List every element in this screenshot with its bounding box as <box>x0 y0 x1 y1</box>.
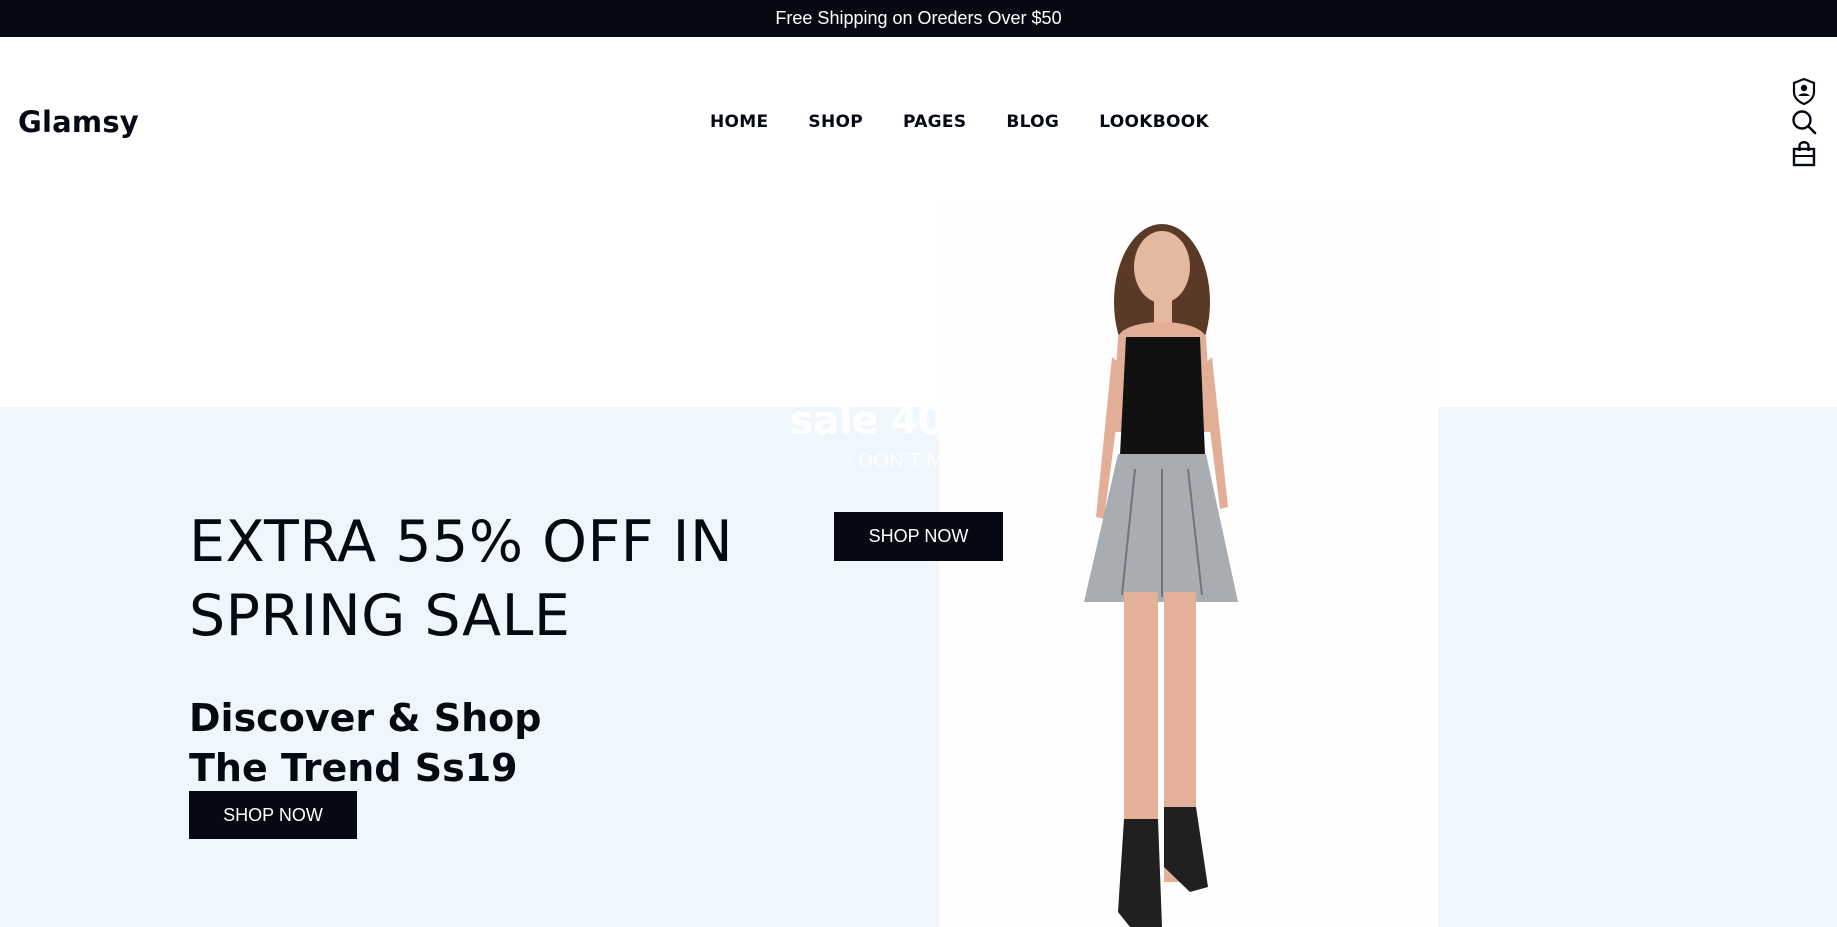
site-header: Glamsy HOME SHOP PAGES BLOG LOOKBOOK <box>0 37 1837 207</box>
nav-item-lookbook[interactable]: LOOKBOOK <box>1099 112 1209 132</box>
nav-item-blog[interactable]: BLOG <box>1006 112 1059 132</box>
shopping-bag-icon[interactable] <box>1790 139 1818 168</box>
hero-ghost-subtitle: - DON'T MISS - <box>845 450 992 472</box>
main-nav: HOME SHOP PAGES BLOG LOOKBOOK <box>710 112 1249 132</box>
hero-headline: EXTRA 55% OFF IN SPRING SALE <box>189 505 733 653</box>
header-icons <box>1790 77 1818 168</box>
search-icon[interactable] <box>1790 108 1818 137</box>
hero-headline-line1: EXTRA 55% OFF IN <box>189 509 734 575</box>
hero-subheadline: Discover & Shop The Trend Ss19 <box>189 693 541 793</box>
hero-background <box>0 407 1837 927</box>
nav-item-home[interactable]: HOME <box>710 112 768 132</box>
hero-headline-line2: SPRING SALE <box>189 583 571 649</box>
hero-subheadline-line2: The Trend Ss19 <box>189 746 518 790</box>
hero-ghost-title: sale 40%off <box>790 398 1044 444</box>
model-image <box>1084 224 1238 927</box>
hero-shop-now-button-top[interactable]: SHOP NOW <box>834 512 1003 561</box>
site-logo[interactable]: Glamsy <box>18 105 139 139</box>
announcement-text: Free Shipping on Oreders Over $50 <box>775 8 1062 28</box>
nav-item-pages[interactable]: PAGES <box>903 112 966 132</box>
account-shield-icon[interactable] <box>1790 77 1818 106</box>
hero-subheadline-line1: Discover & Shop <box>189 696 542 740</box>
nav-item-shop[interactable]: SHOP <box>808 112 863 132</box>
hero-shop-now-button[interactable]: SHOP NOW <box>189 791 357 839</box>
announcement-bar: Free Shipping on Oreders Over $50 <box>0 0 1837 37</box>
